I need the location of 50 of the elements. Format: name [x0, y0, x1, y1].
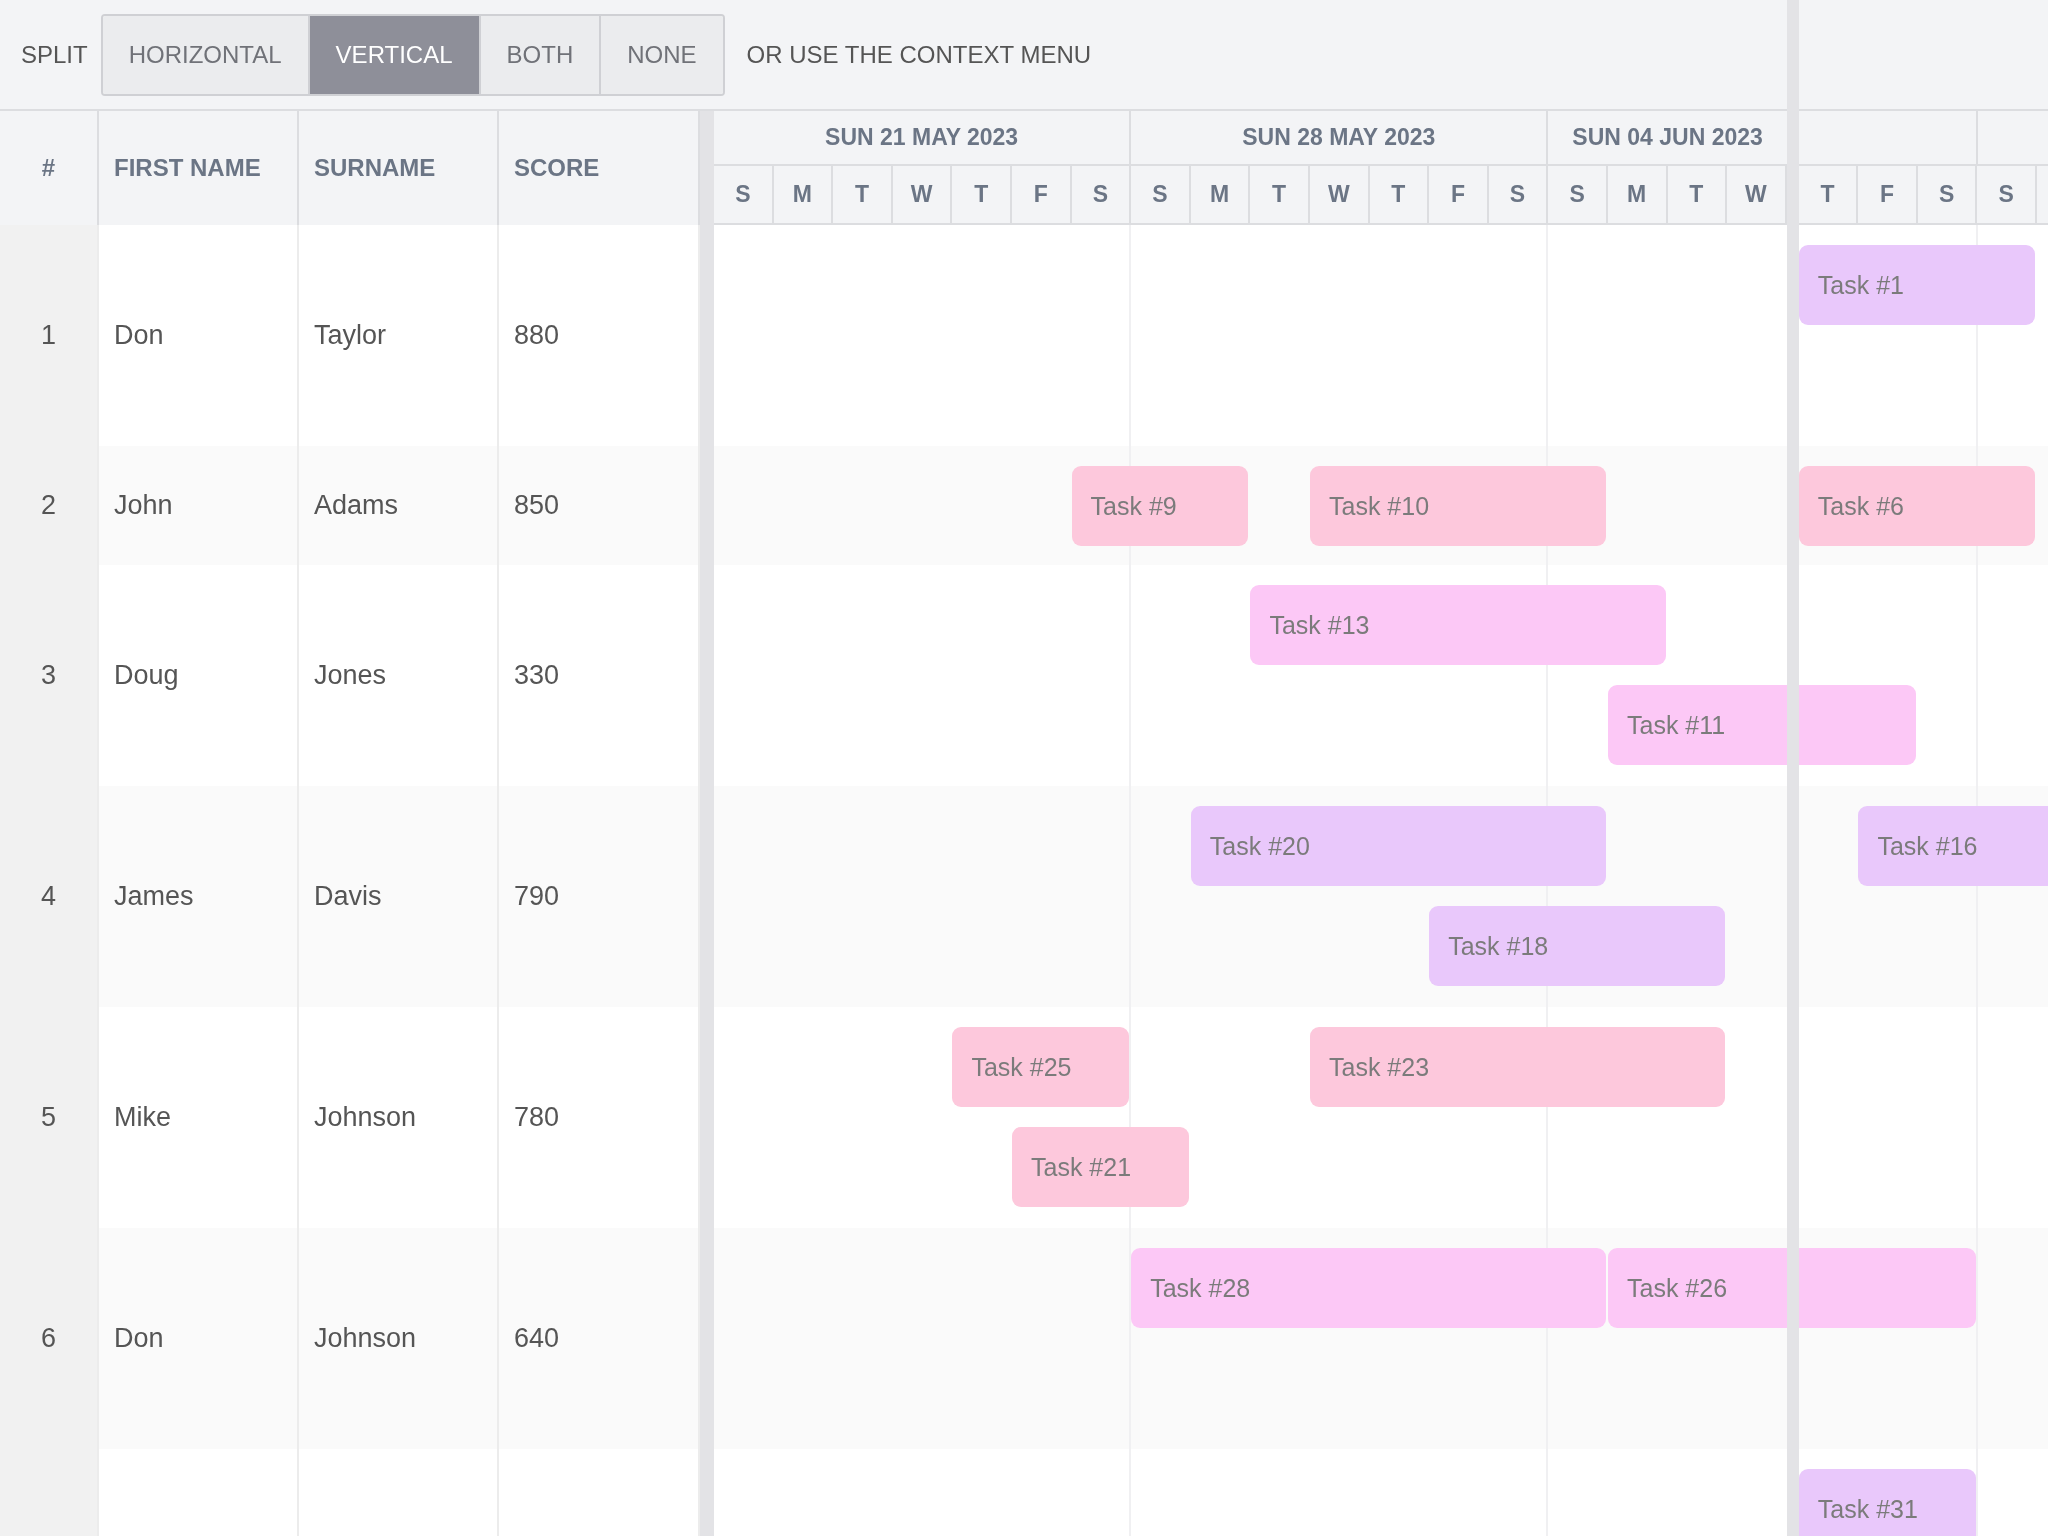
task-bar[interactable]: Task #16 [1858, 806, 2048, 886]
day-label: S [1977, 166, 2038, 223]
hint-text: OR USE THE CONTEXT MENU [746, 40, 1092, 69]
day-label: F [1858, 166, 1918, 223]
row-number-cell: 3 [0, 565, 99, 786]
day-label: S [1548, 166, 1608, 223]
day-label: T [1250, 166, 1310, 223]
row-number-cell: 1 [0, 225, 99, 446]
task-bar[interactable]: Task #25 [952, 1027, 1130, 1107]
split-option-button[interactable]: VERTICAL [307, 15, 479, 94]
week-label: SUN 28 MAY 2023 [1242, 124, 1436, 151]
day-label: S [1071, 166, 1132, 223]
day-label: S [1917, 166, 1978, 223]
day-label: T [1667, 166, 1728, 223]
day-label: T [1369, 166, 1430, 223]
day-label: S [1131, 166, 1191, 223]
day-label: W [1309, 166, 1370, 223]
row-number-cell: 6 [0, 1228, 99, 1449]
split-option-button[interactable]: HORIZONTAL [102, 15, 308, 94]
task-bar[interactable]: Task #6 [1798, 466, 2036, 546]
day-label: M [773, 166, 834, 223]
task-bar[interactable]: Task #20 [1190, 806, 1606, 886]
row-number-cell: 2 [0, 446, 99, 565]
task-bar[interactable]: Task #23 [1310, 1027, 1726, 1107]
task-bar[interactable]: Task #18 [1429, 906, 1726, 986]
splitter-handle[interactable] [700, 111, 714, 1536]
day-label: F [1429, 166, 1489, 223]
week-label: SUN 04 JUN 2023 [1572, 124, 1763, 151]
day-label: S [1488, 166, 1549, 223]
task-bar[interactable]: Task #10 [1310, 466, 1606, 546]
row-number-cell: 4 [0, 786, 99, 1007]
day-label: T [952, 166, 1012, 223]
row-number-cell: 5 [0, 1007, 99, 1228]
task-bar[interactable]: Task #9 [1071, 466, 1249, 546]
task-bar[interactable]: Task #11 [1608, 685, 1916, 765]
day-label: M [1607, 166, 1668, 223]
day-label: M [1190, 166, 1251, 223]
day-label: W [892, 166, 953, 223]
split-label: SPLIT [21, 40, 88, 69]
week-label: SUN 21 MAY 2023 [825, 124, 1019, 151]
task-bar[interactable]: Task #1 [1798, 245, 2036, 325]
day-label: F [1011, 166, 1072, 223]
split-option-button[interactable]: NONE [599, 15, 723, 94]
day-label: T [833, 166, 893, 223]
task-bar[interactable]: Task #28 [1131, 1248, 1606, 1328]
split-option-button[interactable]: BOTH [478, 15, 600, 94]
task-bar[interactable]: Task #31 [1798, 1469, 1976, 1536]
task-bar[interactable]: Task #13 [1250, 585, 1666, 665]
task-bar[interactable]: Task #21 [1012, 1127, 1189, 1207]
task-bar[interactable]: Task #26 [1608, 1248, 1976, 1328]
